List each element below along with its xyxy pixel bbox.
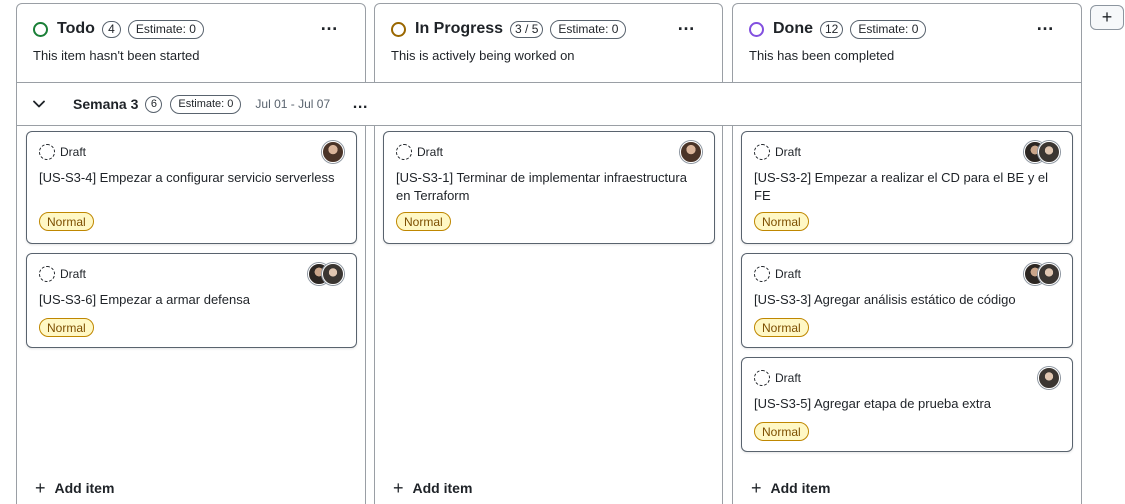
add-column-button[interactable]: + [1090,5,1124,30]
column-header: Todo 4 Estimate: 0 … This item hasn't be… [17,4,365,83]
draft-icon [754,370,770,386]
item-count-badge: 12 [820,20,844,38]
card-status: Draft [754,144,801,160]
status-circle-icon [33,21,48,37]
card-status: Draft [396,144,443,160]
add-item-button[interactable]: + Add item [393,479,472,497]
user-avatar[interactable] [1038,141,1060,163]
board-card[interactable]: Draft [US-S3-6] Empezar a armar defensa … [26,253,357,348]
estimate-badge: Estimate: 0 [850,19,927,39]
user-avatar[interactable] [1038,263,1060,285]
board-card[interactable]: Draft [US-S3-4] Empezar a configurar ser… [26,131,357,244]
card-title[interactable]: [US-S3-4] Empezar a configurar servicio … [39,169,344,187]
group-title: Semana 3 [73,96,139,112]
assignees[interactable] [680,141,702,163]
column-header: Done 12 Estimate: 0 … This has been comp… [733,4,1081,83]
column-title: Done [773,20,813,37]
user-avatar[interactable] [680,141,702,163]
assignees[interactable] [1024,141,1060,163]
plus-icon: + [751,478,762,498]
item-count-badge: 3 / 5 [510,20,544,38]
card-title[interactable]: [US-S3-3] Agregar análisis estático de c… [754,291,1060,309]
assignees[interactable] [322,141,344,163]
plus-icon: + [35,478,46,498]
user-avatar[interactable] [322,141,344,163]
draft-icon [396,144,412,160]
column-title: In Progress [415,20,504,37]
group-header-semana-3[interactable]: Semana 3 6 Estimate: 0 Jul 01 - Jul 07 … [16,82,1082,126]
plus-icon: + [1101,7,1113,27]
group-count-badge: 6 [145,95,163,113]
card-status: Draft [39,266,86,282]
column-title: Todo [57,20,95,37]
status-circle-icon [391,21,406,37]
plus-icon: + [393,478,404,498]
column-done: Done 12 Estimate: 0 … This has been comp… [732,3,1082,504]
card-status-label: Draft [775,145,802,159]
priority-label[interactable]: Normal [39,212,94,231]
board-card[interactable]: Draft [US-S3-3] Agregar análisis estátic… [741,253,1073,348]
column-in-progress: In Progress 3 / 5 Estimate: 0 … This is … [374,3,723,504]
card-status-label: Draft [60,267,87,281]
add-item-label: Add item [412,480,473,496]
column-todo: Todo 4 Estimate: 0 … This item hasn't be… [16,3,366,504]
priority-label[interactable]: Normal [754,318,809,337]
card-title[interactable]: [US-S3-5] Agregar etapa de prueba extra [754,395,1060,413]
priority-label[interactable]: Normal [396,212,451,231]
board-card[interactable]: Draft [US-S3-1] Terminar de implementar … [383,131,715,244]
project-board: Todo 4 Estimate: 0 … This item hasn't be… [0,0,1125,504]
column-menu-button[interactable]: … [320,14,339,35]
item-count-badge: 4 [101,20,121,38]
board-card[interactable]: Draft [US-S3-5] Agregar etapa de prueba … [741,357,1073,452]
add-item-label: Add item [770,480,831,496]
assignees[interactable] [308,263,344,285]
group-menu-button[interactable]: … [352,95,369,113]
priority-label[interactable]: Normal [39,318,94,337]
chevron-down-icon[interactable] [33,100,47,108]
user-avatar[interactable] [322,263,344,285]
assignees[interactable] [1038,367,1060,389]
column-description: This has been completed [749,48,895,63]
priority-label[interactable]: Normal [754,212,809,231]
card-title[interactable]: [US-S3-6] Empezar a armar defensa [39,291,344,309]
card-title[interactable]: [US-S3-2] Empezar a realizar el CD para … [754,169,1060,205]
add-item-button[interactable]: + Add item [35,479,114,497]
card-status-label: Draft [775,371,802,385]
card-title[interactable]: [US-S3-1] Terminar de implementar infrae… [396,169,702,205]
card-status: Draft [754,266,801,282]
draft-icon [754,144,770,160]
column-menu-button[interactable]: … [1036,14,1055,35]
column-header: In Progress 3 / 5 Estimate: 0 … This is … [375,4,722,83]
column-description: This item hasn't been started [33,48,200,63]
add-item-button[interactable]: + Add item [751,479,830,497]
group-date-range: Jul 01 - Jul 07 [255,97,331,111]
draft-icon [39,266,55,282]
card-status: Draft [754,370,801,386]
card-status: Draft [39,144,86,160]
add-item-label: Add item [54,480,115,496]
card-status-label: Draft [417,145,444,159]
priority-label[interactable]: Normal [754,422,809,441]
column-menu-button[interactable]: … [677,14,696,35]
board-card[interactable]: Draft [US-S3-2] Empezar a realizar el CD… [741,131,1073,244]
user-avatar[interactable] [1038,367,1060,389]
card-status-label: Draft [60,145,87,159]
status-circle-icon [749,21,764,37]
draft-icon [39,144,55,160]
assignees[interactable] [1024,263,1060,285]
draft-icon [754,266,770,282]
group-estimate-badge: Estimate: 0 [170,94,242,114]
estimate-badge: Estimate: 0 [127,19,204,39]
column-description: This is actively being worked on [391,48,575,63]
estimate-badge: Estimate: 0 [550,19,627,39]
card-status-label: Draft [775,267,802,281]
